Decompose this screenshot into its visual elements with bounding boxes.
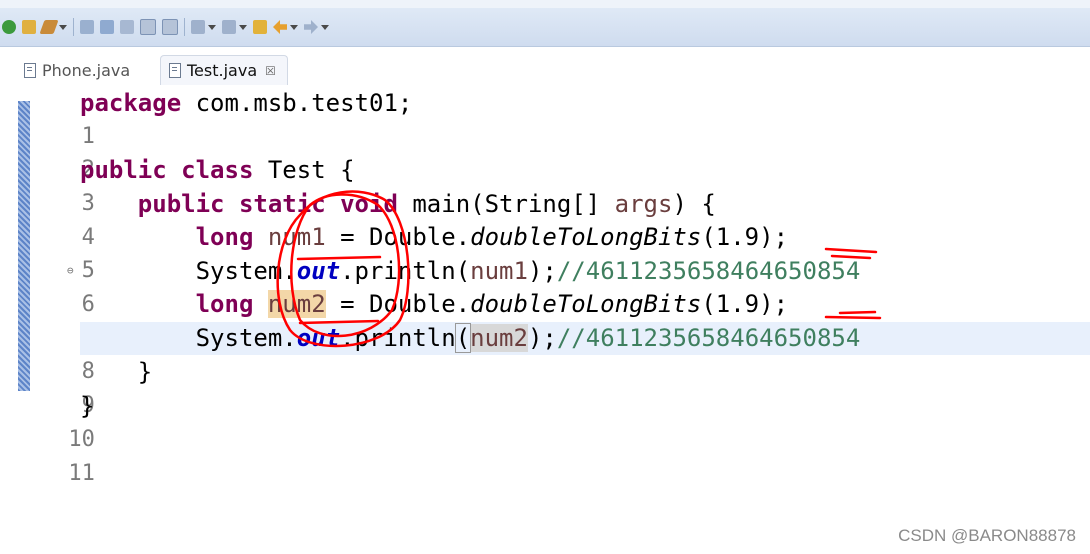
code-token: .println(	[340, 257, 471, 285]
code-text: long num1 = Double.doubleToLongBits(1.9)…	[80, 221, 788, 254]
code-line: 6 System.out.println(num1);//46112356584…	[0, 255, 1090, 317]
code-line: 3 public class Test {	[0, 154, 1090, 216]
code-line: 2	[0, 120, 1090, 182]
static-field: out	[296, 324, 341, 352]
chevron-down-icon[interactable]	[290, 24, 298, 30]
keyword: public	[137, 190, 225, 218]
back-arrow-icon[interactable]	[273, 20, 287, 34]
code-token: }	[137, 358, 153, 386]
code-token: );	[527, 257, 557, 285]
keyword: void	[340, 190, 398, 218]
tab-label: Test.java	[187, 61, 258, 80]
keyword: public	[80, 156, 167, 184]
close-icon[interactable]: ☒	[265, 64, 276, 78]
keyword: long	[195, 223, 254, 251]
chevron-down-icon[interactable]	[239, 24, 247, 30]
code-token: ) {	[672, 190, 716, 218]
matching-paren: (	[454, 323, 472, 353]
code-text: long num2 = Double.doubleToLongBits(1.9)…	[80, 288, 788, 321]
variable-occurrence: num2	[470, 324, 528, 352]
next-annotation-icon[interactable]	[191, 20, 205, 34]
pin-icon[interactable]	[80, 20, 94, 34]
code-line: 1 package com.msb.test01;	[0, 87, 1090, 149]
step-icon[interactable]	[120, 20, 134, 34]
code-token: }	[80, 392, 95, 420]
code-text: }	[80, 356, 152, 389]
method-name: doubleToLongBits	[470, 290, 702, 318]
chevron-down-icon[interactable]	[321, 24, 329, 30]
variable: num1	[470, 257, 528, 285]
java-file-icon	[24, 62, 36, 78]
tab-test-java[interactable]: Test.java ☒	[160, 55, 288, 85]
toolbar-separator	[73, 18, 74, 36]
line-number: 11	[68, 461, 95, 486]
code-text: System.out.println(num2);//4611235658464…	[80, 322, 860, 355]
code-line: 4 ⊖ public static void main(String[] arg…	[0, 188, 1090, 277]
code-token: com.msb.test01;	[181, 89, 413, 117]
last-edit-icon[interactable]	[253, 20, 267, 34]
parameter: args	[614, 190, 673, 218]
code-line: 11	[0, 424, 1090, 486]
pen-icon[interactable]	[39, 20, 59, 34]
chevron-down-icon[interactable]	[59, 24, 67, 30]
open-folder-icon[interactable]	[22, 20, 36, 34]
window-top-strip	[0, 0, 1090, 8]
tab-label: Phone.java	[42, 60, 131, 80]
code-line: 7 long num2 = Double.doubleToLongBits(1.…	[0, 288, 1090, 350]
keyword: class	[181, 156, 254, 184]
code-token: main(String[]	[397, 190, 615, 218]
variable-highlighted: num2	[267, 290, 326, 318]
code-token: System.	[195, 324, 297, 352]
toolbar	[0, 8, 1090, 47]
code-line: 9 }	[0, 356, 1090, 418]
code-token: );	[527, 324, 557, 352]
code-token: .println	[340, 324, 456, 352]
code-line: 8 System.out.println(num2);//46112356584…	[0, 322, 1090, 384]
prev-annotation-icon[interactable]	[222, 20, 236, 34]
static-field: out	[296, 257, 341, 285]
code-text: package com.msb.test01;	[80, 87, 412, 120]
code-line: 10 }	[0, 390, 1090, 452]
block-icon[interactable]	[140, 19, 156, 35]
keyword: package	[80, 89, 182, 117]
method-name: doubleToLongBits	[470, 223, 702, 251]
code-text: public static void main(String[] args) {	[80, 188, 716, 221]
tab-phone-java[interactable]: Phone.java	[24, 55, 154, 85]
keyword: long	[195, 290, 254, 318]
code-token: = Double.	[325, 223, 471, 251]
code-token: (1.9);	[701, 223, 789, 251]
comment: //4611235658464650854	[556, 324, 861, 352]
forward-arrow-icon[interactable]	[304, 20, 318, 34]
code-text: public class Test {	[80, 154, 355, 187]
chevron-down-icon[interactable]	[208, 24, 216, 30]
code-token: (1.9);	[701, 290, 789, 318]
watermark: CSDN @BARON88878	[898, 526, 1076, 545]
variable: num1	[267, 223, 326, 251]
toolbar-separator	[184, 18, 185, 36]
code-text: System.out.println(num1);//4611235658464…	[80, 255, 861, 288]
code-text: }	[80, 390, 94, 423]
code-token: = Double.	[325, 290, 471, 318]
code-token: Test {	[253, 156, 355, 184]
code-line: 5 long num1 = Double.doubleToLongBits(1.…	[0, 221, 1090, 283]
keyword: static	[238, 190, 326, 218]
code-token: System.	[195, 257, 297, 285]
comment: //4611235658464650854	[556, 257, 861, 285]
editor-tab-bar: Phone.java Test.java ☒	[0, 47, 1090, 85]
brush-icon[interactable]	[100, 20, 114, 34]
java-file-icon	[169, 63, 181, 78]
paragraph-icon[interactable]	[162, 19, 178, 35]
run-icon[interactable]	[2, 20, 16, 34]
